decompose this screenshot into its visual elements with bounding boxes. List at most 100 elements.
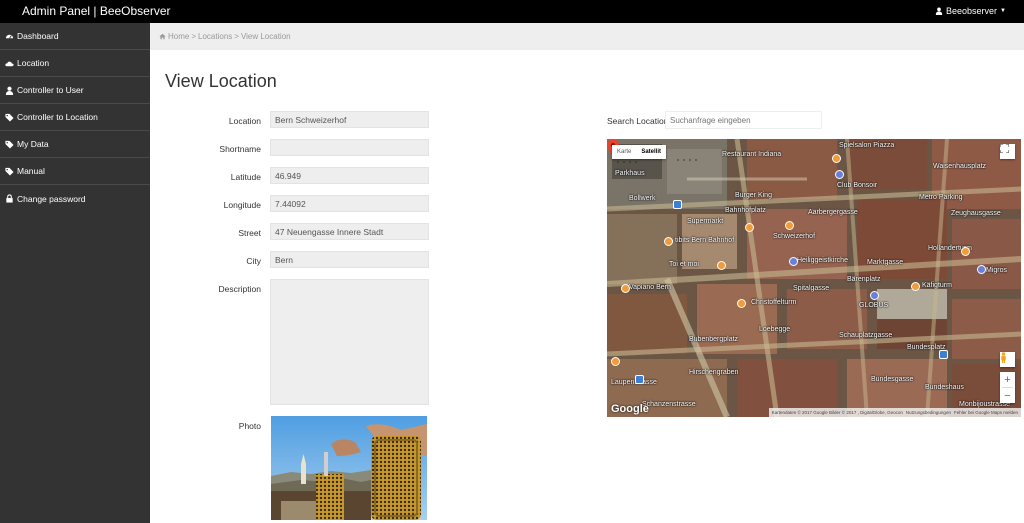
breadcrumb-current: View Location	[240, 32, 291, 41]
dashboard-icon	[5, 34, 14, 39]
map-type-map-button[interactable]: Karte	[612, 145, 636, 159]
sidebar-item-label: Change password	[17, 193, 86, 204]
map-attribution: Kartendaten © 2017 Google Bilder © 2017 …	[768, 408, 1021, 417]
restaurant-marker-icon[interactable]	[745, 223, 754, 232]
fullscreen-icon	[1000, 144, 1009, 153]
restaurant-marker-icon[interactable]	[717, 261, 726, 270]
map-label: Hirschengraben	[689, 369, 739, 376]
cloud-icon	[5, 61, 14, 66]
map-label: Heiliggeistkirche	[797, 257, 848, 264]
map-label: Aarbergergasse	[808, 209, 858, 216]
map-label: GLOBUS	[859, 302, 889, 309]
home-icon	[159, 33, 166, 40]
breadcrumb-separator: >	[234, 32, 239, 41]
longitude-label: Longitude	[223, 200, 261, 210]
sidebar: Dashboard Location Controller to User Co…	[0, 23, 150, 523]
landmark-marker-icon[interactable]	[737, 299, 746, 308]
location-photo	[271, 416, 427, 520]
zoom-in-button[interactable]: +	[1000, 372, 1015, 387]
transit-marker-icon[interactable]	[673, 200, 682, 209]
pegman-icon	[1001, 352, 1006, 363]
map-label: Burger King	[735, 192, 772, 199]
street-field[interactable]: 47 Neuengasse Innere Stadt	[270, 223, 429, 240]
restaurant-marker-icon[interactable]	[621, 284, 630, 293]
breadcrumb: Home > Locations > View Location	[159, 32, 291, 41]
longitude-field[interactable]: 7.44092	[270, 195, 429, 212]
sidebar-item-dashboard[interactable]: Dashboard	[0, 23, 150, 50]
map-label: Bubenbergplatz	[689, 336, 739, 343]
terms-link[interactable]: Nutzungsbedingungen	[906, 410, 951, 415]
landmark-marker-icon[interactable]	[911, 282, 920, 291]
location-field[interactable]: Bern Schweizerhof	[270, 111, 429, 128]
sidebar-item-label: Manual	[17, 166, 45, 176]
sidebar-item-change-password[interactable]: Change password	[0, 185, 150, 212]
map-label: Schanzenstrasse	[642, 401, 696, 408]
church-marker-icon[interactable]	[789, 257, 798, 266]
search-location-input[interactable]	[665, 111, 822, 129]
latitude-field[interactable]: 46.949	[270, 167, 429, 184]
lock-icon	[6, 194, 13, 203]
map-label: Bundeshaus	[925, 384, 964, 391]
description-textarea[interactable]	[270, 279, 429, 405]
restaurant-marker-icon[interactable]	[664, 237, 673, 246]
map-label: Spielsalon Piazza	[839, 142, 895, 149]
map-label: Spitalgasse	[793, 285, 830, 292]
google-logo[interactable]: Google	[611, 403, 649, 415]
sidebar-item-location[interactable]: Location	[0, 50, 150, 77]
map-label: Waisenhausplatz	[933, 163, 987, 170]
zoom-control: + −	[1000, 372, 1015, 403]
latitude-label: Latitude	[230, 172, 261, 182]
map-data-attribution: Kartendaten © 2017 Google Bilder © 2017 …	[771, 410, 903, 415]
sidebar-item-my-data[interactable]: My Data	[0, 131, 150, 158]
city-label: City	[246, 256, 261, 266]
shop-marker-icon[interactable]	[977, 265, 986, 274]
sidebar-item-controller-to-user[interactable]: Controller to User	[0, 77, 150, 104]
sidebar-item-label: Dashboard	[17, 31, 59, 41]
restaurant-marker-icon[interactable]	[611, 357, 620, 366]
zoom-out-button[interactable]: −	[1000, 388, 1015, 403]
sidebar-item-controller-to-location[interactable]: Controller to Location	[0, 104, 150, 131]
sidebar-item-label: Controller to Location	[17, 112, 98, 122]
sidebar-item-manual[interactable]: Manual	[0, 158, 150, 185]
map-label: Zeughausgasse	[951, 210, 1001, 217]
tag-icon	[5, 140, 14, 149]
satellite-imagery	[607, 139, 1021, 417]
map-label: Schweizerhof	[773, 233, 816, 240]
map-label: Metro Parking	[919, 194, 963, 201]
street-label: Street	[238, 228, 261, 238]
map-label: Bärenplatz	[847, 276, 881, 283]
shortname-field[interactable]	[270, 139, 429, 156]
map-label: Restaurant Indiana	[722, 151, 782, 158]
sidebar-item-label: Controller to User	[17, 85, 84, 95]
map-label: Marktgasse	[867, 259, 904, 266]
breadcrumb-bar: Home > Locations > View Location	[150, 23, 1024, 50]
breadcrumb-home[interactable]: Home	[168, 32, 189, 41]
breadcrumb-locations[interactable]: Locations	[198, 32, 232, 41]
map-label: Vapiano Bern	[629, 284, 671, 291]
map-label: Toi et moi	[669, 261, 699, 268]
street-view-button[interactable]	[1000, 352, 1015, 367]
map-label: Migros	[986, 267, 1008, 274]
transit-marker-icon[interactable]	[939, 350, 948, 359]
transit-marker-icon[interactable]	[635, 375, 644, 384]
landmark-marker-icon[interactable]	[961, 247, 970, 256]
user-name: Beeobserver	[946, 6, 998, 16]
shop-marker-icon[interactable]	[870, 291, 879, 300]
app-title[interactable]: Admin Panel | BeeObserver	[22, 4, 171, 18]
user-menu[interactable]: Beeobserver ▼	[935, 6, 1006, 16]
map-view[interactable]: Restaurant Indiana Parkhaus Burger King …	[607, 139, 1021, 417]
report-error-link[interactable]: Fehler bei Google Maps melden	[954, 410, 1018, 415]
restaurant-marker-icon[interactable]	[832, 154, 841, 163]
shop-marker-icon[interactable]	[835, 170, 844, 179]
hotel-marker-icon[interactable]	[785, 221, 794, 230]
map-type-satellite-button[interactable]: Satellit	[636, 145, 666, 159]
photo-label: Photo	[238, 421, 261, 431]
fullscreen-button[interactable]	[1000, 144, 1015, 159]
breadcrumb-separator: >	[191, 32, 197, 41]
search-location-label: Search Location	[607, 116, 669, 126]
city-field[interactable]: Bern	[270, 251, 429, 268]
shortname-label: Shortname	[219, 144, 261, 154]
map-type-control: Karte Satellit	[612, 145, 667, 159]
map-label: Loebegge	[759, 326, 791, 333]
map-label: Schauplatzgasse	[839, 332, 893, 339]
